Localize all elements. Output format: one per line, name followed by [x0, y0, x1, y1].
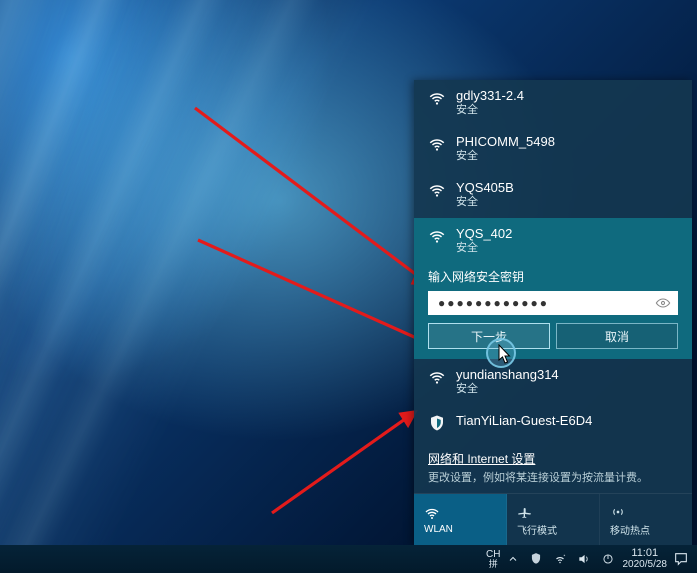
- network-ssid: TianYiLian-Guest-E6D4: [456, 413, 592, 429]
- network-item[interactable]: YQS405B 安全: [414, 172, 692, 218]
- quick-tiles: WLAN 飞行模式 移动热点: [414, 493, 692, 546]
- tile-airplane[interactable]: 飞行模式: [507, 494, 600, 546]
- taskbar-clock[interactable]: 11:01 2020/5/28: [623, 548, 668, 570]
- network-ssid: gdly331-2.4: [456, 88, 524, 104]
- settings-hint: 更改设置，例如将某连接设置为按流量计费。: [414, 469, 692, 493]
- tray-power-icon[interactable]: [601, 552, 615, 566]
- system-tray: *: [507, 552, 615, 566]
- tray-wifi-icon[interactable]: *: [553, 552, 567, 566]
- next-button[interactable]: 下一步: [428, 323, 550, 349]
- taskbar: CH 拼 * 11:01 2020/5/28: [0, 545, 697, 573]
- action-center-icon[interactable]: [673, 551, 689, 567]
- wifi-icon: [428, 136, 446, 154]
- network-security: 安全: [456, 242, 512, 256]
- tile-hotspot[interactable]: 移动热点: [600, 494, 692, 546]
- network-ssid: PHICOMM_5498: [456, 134, 555, 150]
- network-item[interactable]: PHICOMM_5498 安全: [414, 126, 692, 172]
- tray-shield-icon[interactable]: [529, 552, 543, 566]
- tile-label: WLAN: [424, 524, 453, 535]
- cancel-button[interactable]: 取消: [556, 323, 678, 349]
- ime-indicator[interactable]: CH 拼: [486, 550, 500, 569]
- network-ssid: YQS405B: [456, 180, 514, 196]
- network-security: 安全: [456, 383, 559, 397]
- tile-wlan[interactable]: WLAN: [414, 494, 507, 546]
- reveal-password-icon[interactable]: [652, 291, 674, 315]
- tile-label: 飞行模式: [517, 522, 557, 537]
- network-settings-link[interactable]: 网络和 Internet 设置: [428, 452, 535, 466]
- password-field-wrap: [428, 291, 678, 315]
- tray-chevron-up-icon[interactable]: [507, 553, 519, 565]
- network-flyout: gdly331-2.4 安全 PHICOMM_5498 安全 YQS405B 安…: [414, 80, 692, 546]
- network-item[interactable]: gdly331-2.4 安全: [414, 80, 692, 126]
- wifi-icon: [428, 228, 446, 246]
- wifi-icon: [428, 182, 446, 200]
- network-ssid: YQS_402: [456, 226, 512, 242]
- network-item-selected[interactable]: YQS_402 安全: [414, 218, 692, 264]
- network-ssid: yundianshang314: [456, 367, 559, 383]
- shield-icon: [428, 414, 446, 432]
- wifi-icon: [428, 369, 446, 387]
- network-item[interactable]: yundianshang314 安全: [414, 359, 692, 405]
- network-security: 安全: [456, 196, 514, 210]
- wifi-icon: [428, 90, 446, 108]
- tile-label: 移动热点: [610, 522, 650, 537]
- network-list: gdly331-2.4 安全 PHICOMM_5498 安全 YQS405B 安…: [414, 80, 692, 444]
- password-input[interactable]: [436, 295, 652, 311]
- tray-volume-icon[interactable]: [577, 552, 591, 566]
- password-label: 输入网络安全密钥: [428, 268, 678, 285]
- network-item[interactable]: TianYiLian-Guest-E6D4: [414, 405, 692, 440]
- svg-text:*: *: [563, 553, 565, 558]
- password-panel: 输入网络安全密钥 下一步 取消: [414, 264, 692, 359]
- network-security: 安全: [456, 150, 555, 164]
- network-security: 安全: [456, 104, 524, 118]
